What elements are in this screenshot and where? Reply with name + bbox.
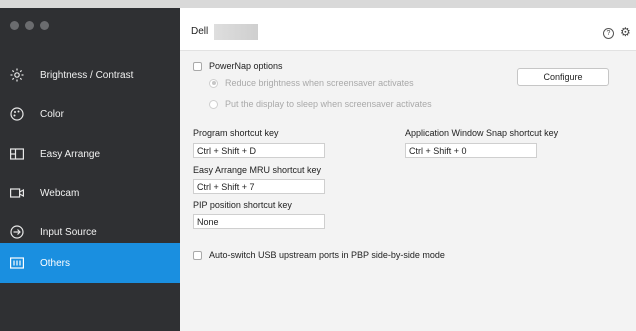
sidebar-item-brightness-contrast[interactable]: Brightness / Contrast [0, 55, 180, 95]
mru-shortcut-label: Easy Arrange MRU shortcut key [193, 165, 322, 175]
usb-autoswitch-option[interactable]: Auto-switch USB upstream ports in PBP si… [193, 250, 445, 260]
close-window-button[interactable] [10, 21, 19, 30]
snap-shortcut-label: Application Window Snap shortcut key [405, 128, 559, 138]
color-palette-icon [10, 107, 24, 121]
sleep-display-radio[interactable] [209, 99, 218, 109]
sidebar-item-label: Webcam [40, 187, 80, 199]
window-controls [10, 21, 49, 30]
reduce-brightness-option[interactable]: Reduce brightness when screensaver activ… [209, 78, 414, 88]
powernap-option[interactable]: PowerNap options [193, 61, 283, 71]
input-source-icon [10, 225, 24, 239]
configure-button[interactable]: Configure [517, 68, 609, 86]
others-icon [10, 256, 24, 270]
brightness-icon [10, 68, 24, 82]
sidebar-item-label: Others [40, 257, 71, 269]
program-shortcut-field[interactable]: Ctrl + Shift + D [193, 143, 325, 158]
header: Dell ? ⚙ [180, 8, 636, 51]
sidebar-item-others[interactable]: Others [0, 243, 180, 283]
reduce-brightness-radio[interactable] [209, 78, 218, 88]
powernap-label: PowerNap options [209, 61, 283, 71]
webcam-icon [10, 186, 24, 200]
sidebar-item-color[interactable]: Color [0, 94, 180, 134]
top-strip [0, 0, 636, 8]
help-icon[interactable]: ? [603, 28, 614, 39]
sidebar-item-label: Color [40, 108, 64, 120]
layout-icon [10, 147, 24, 161]
sleep-display-option[interactable]: Put the display to sleep when screensave… [209, 99, 432, 109]
app-window: Brightness / Contrast Color Easy Arrange… [0, 0, 636, 331]
reduce-brightness-label: Reduce brightness when screensaver activ… [225, 78, 414, 88]
mru-shortcut-field[interactable]: Ctrl + Shift + 7 [193, 179, 325, 194]
usb-autoswitch-checkbox[interactable] [193, 250, 202, 260]
zoom-window-button[interactable] [40, 21, 49, 30]
sidebar-item-easy-arrange[interactable]: Easy Arrange [0, 134, 180, 174]
sidebar-item-label: Easy Arrange [40, 148, 101, 160]
brand-label: Dell [191, 26, 209, 37]
sidebar-item-label: Brightness / Contrast [40, 69, 134, 81]
sidebar-item-label: Input Source [40, 226, 97, 238]
pip-shortcut-label: PIP position shortcut key [193, 200, 292, 210]
program-shortcut-label: Program shortcut key [193, 128, 279, 138]
gear-icon[interactable]: ⚙ [620, 25, 631, 39]
sidebar: Brightness / Contrast Color Easy Arrange… [0, 8, 180, 331]
usb-autoswitch-label: Auto-switch USB upstream ports in PBP si… [209, 250, 445, 260]
sidebar-item-webcam[interactable]: Webcam [0, 173, 180, 213]
sleep-display-label: Put the display to sleep when screensave… [225, 99, 432, 109]
model-name-redacted [214, 24, 258, 40]
content-panel: Dell ? ⚙ PowerNap options Reduce brightn… [180, 8, 636, 331]
snap-shortcut-field[interactable]: Ctrl + Shift + 0 [405, 143, 537, 158]
pip-shortcut-field[interactable]: None [193, 214, 325, 229]
minimize-window-button[interactable] [25, 21, 34, 30]
powernap-checkbox[interactable] [193, 61, 202, 71]
